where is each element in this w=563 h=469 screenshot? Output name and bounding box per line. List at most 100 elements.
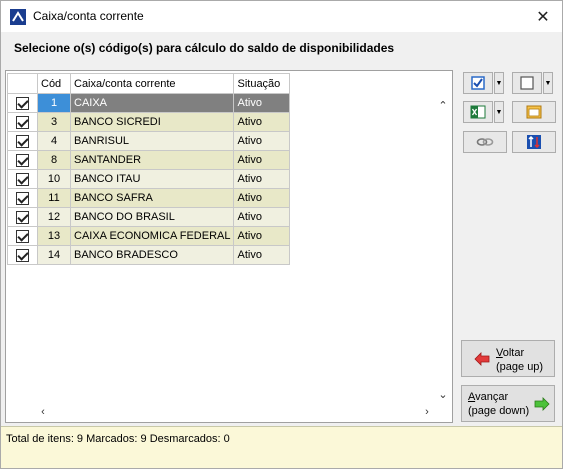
header-select-all[interactable]: [7, 73, 38, 94]
link-button[interactable]: [463, 131, 507, 153]
table-row[interactable]: 14 BANCO BRADESCO Ativo: [7, 245, 291, 265]
cell-status: Ativo: [233, 245, 291, 265]
cell-name: BANCO SICREDI: [69, 112, 235, 132]
accounts-table: Cód Caixa/conta corrente Situação 1 CAIXA…: [7, 73, 291, 265]
window-layout-icon: [526, 105, 542, 119]
row-checkbox-cell[interactable]: [7, 131, 38, 151]
cell-cod: 8: [37, 150, 71, 170]
instruction-header: Selecione o(s) código(s) para cálculo do…: [1, 32, 562, 70]
voltar-button[interactable]: Voltar (page up): [461, 340, 555, 377]
column-header-status[interactable]: Situação: [233, 73, 291, 94]
cell-status: Ativo: [233, 169, 291, 189]
table-row[interactable]: 3 BANCO SICREDI Ativo: [7, 112, 291, 132]
table-header-row: Cód Caixa/conta corrente Situação: [7, 73, 291, 94]
row-checkbox[interactable]: [16, 153, 29, 167]
row-checkbox-cell[interactable]: [7, 150, 38, 170]
row-checkbox-cell[interactable]: [7, 169, 38, 189]
cell-name: BANCO ITAU: [69, 169, 235, 189]
cell-name: CAIXA ECONOMICA FEDERAL: [69, 226, 235, 246]
table-row[interactable]: 12 BANCO DO BRASIL Ativo: [7, 207, 291, 227]
table-row[interactable]: 8 SANTANDER Ativo: [7, 150, 291, 170]
row-checkbox-cell[interactable]: [7, 207, 38, 227]
column-header-cod[interactable]: Cód: [37, 73, 71, 94]
instruction-text: Selecione o(s) código(s) para cálculo do…: [14, 41, 395, 55]
cell-cod: 11: [37, 188, 71, 208]
cell-status: Ativo: [233, 207, 291, 227]
cell-cod: 3: [37, 112, 71, 132]
check-all-dropdown[interactable]: ▼: [494, 72, 504, 94]
close-button[interactable]: ✕: [524, 1, 562, 32]
cell-status: Ativo: [233, 226, 291, 246]
title-bar: Caixa/conta corrente ✕: [1, 1, 562, 32]
table-row[interactable]: 13 CAIXA ECONOMICA FEDERAL Ativo: [7, 226, 291, 246]
scroll-up-icon[interactable]: ⌃: [436, 99, 450, 113]
excel-icon: [470, 105, 486, 119]
avancar-button[interactable]: Avançar (page down): [461, 385, 555, 422]
uncheck-all-button[interactable]: [512, 72, 542, 94]
row-checkbox-cell[interactable]: [7, 93, 38, 113]
cell-status: Ativo: [233, 131, 291, 151]
sort-arrows-icon: [527, 135, 541, 149]
cell-status: Ativo: [233, 188, 291, 208]
dialog-window: Caixa/conta corrente ✕ Selecione o(s) có…: [0, 0, 563, 469]
cell-cod: 4: [37, 131, 71, 151]
row-checkbox[interactable]: [16, 248, 29, 262]
voltar-shortcut: (page up): [496, 361, 544, 373]
export-excel-button[interactable]: [463, 101, 493, 123]
close-icon: ✕: [536, 8, 550, 26]
scroll-right-icon[interactable]: ›: [420, 406, 434, 420]
row-checkbox-cell[interactable]: [7, 245, 38, 265]
cell-name: SANTANDER: [69, 150, 235, 170]
cell-name: BANCO BRADESCO: [69, 245, 235, 265]
check-all-button[interactable]: [463, 72, 493, 94]
app-icon: [10, 9, 26, 25]
avancar-shortcut: (page down): [468, 405, 530, 417]
column-header-name[interactable]: Caixa/conta corrente: [69, 73, 235, 94]
scroll-down-icon[interactable]: ⌄: [436, 388, 450, 402]
cell-status: Ativo: [233, 93, 291, 113]
accounts-grid: Cód Caixa/conta corrente Situação 1 CAIXA…: [5, 70, 453, 423]
cell-name: BANRISUL: [69, 131, 235, 151]
row-checkbox-cell[interactable]: [7, 226, 38, 246]
chevron-down-icon: ▼: [495, 79, 503, 87]
row-checkbox[interactable]: [16, 229, 29, 243]
cell-status: Ativo: [233, 112, 291, 132]
table-row[interactable]: 1 CAIXA Ativo: [7, 93, 291, 113]
row-checkbox[interactable]: [16, 191, 29, 205]
export-dropdown[interactable]: ▼: [494, 101, 504, 123]
row-checkbox-cell[interactable]: [7, 112, 38, 132]
chain-link-icon: [476, 138, 494, 146]
chevron-down-icon: ▼: [544, 79, 552, 87]
table-row[interactable]: 10 BANCO ITAU Ativo: [7, 169, 291, 189]
cell-status: Ativo: [233, 150, 291, 170]
row-checkbox[interactable]: [16, 134, 29, 148]
status-bar: Total de itens: 9 Marcados: 9 Desmarcado…: [1, 426, 562, 468]
cell-cod: 14: [37, 245, 71, 265]
voltar-label: Voltar: [496, 347, 525, 359]
cell-name: BANCO SAFRA: [69, 188, 235, 208]
columns-config-button[interactable]: [512, 101, 556, 123]
cell-cod: 10: [37, 169, 71, 189]
row-checkbox[interactable]: [16, 172, 29, 186]
chevron-down-icon: ▼: [495, 108, 503, 116]
row-checkbox[interactable]: [16, 96, 29, 110]
uncheck-all-dropdown[interactable]: ▼: [543, 72, 553, 94]
arrow-right-icon: [534, 397, 550, 411]
table-row[interactable]: 11 BANCO SAFRA Ativo: [7, 188, 291, 208]
table-row[interactable]: 4 BANRISUL Ativo: [7, 131, 291, 151]
sort-button[interactable]: [512, 131, 556, 153]
cell-cod: 12: [37, 207, 71, 227]
row-checkbox[interactable]: [16, 115, 29, 129]
cell-name: CAIXA: [69, 93, 235, 113]
row-checkbox[interactable]: [16, 210, 29, 224]
status-text: Total de itens: 9 Marcados: 9 Desmarcado…: [6, 433, 230, 445]
checked-box-icon: [471, 76, 485, 90]
cell-cod: 13: [37, 226, 71, 246]
row-checkbox-cell[interactable]: [7, 188, 38, 208]
scroll-left-icon[interactable]: ‹: [36, 406, 50, 420]
arrow-left-icon: [474, 352, 490, 366]
cell-name: BANCO DO BRASIL: [69, 207, 235, 227]
cell-cod: 1: [37, 93, 71, 113]
empty-box-icon: [520, 76, 534, 90]
avancar-label: Avançar: [468, 391, 509, 403]
